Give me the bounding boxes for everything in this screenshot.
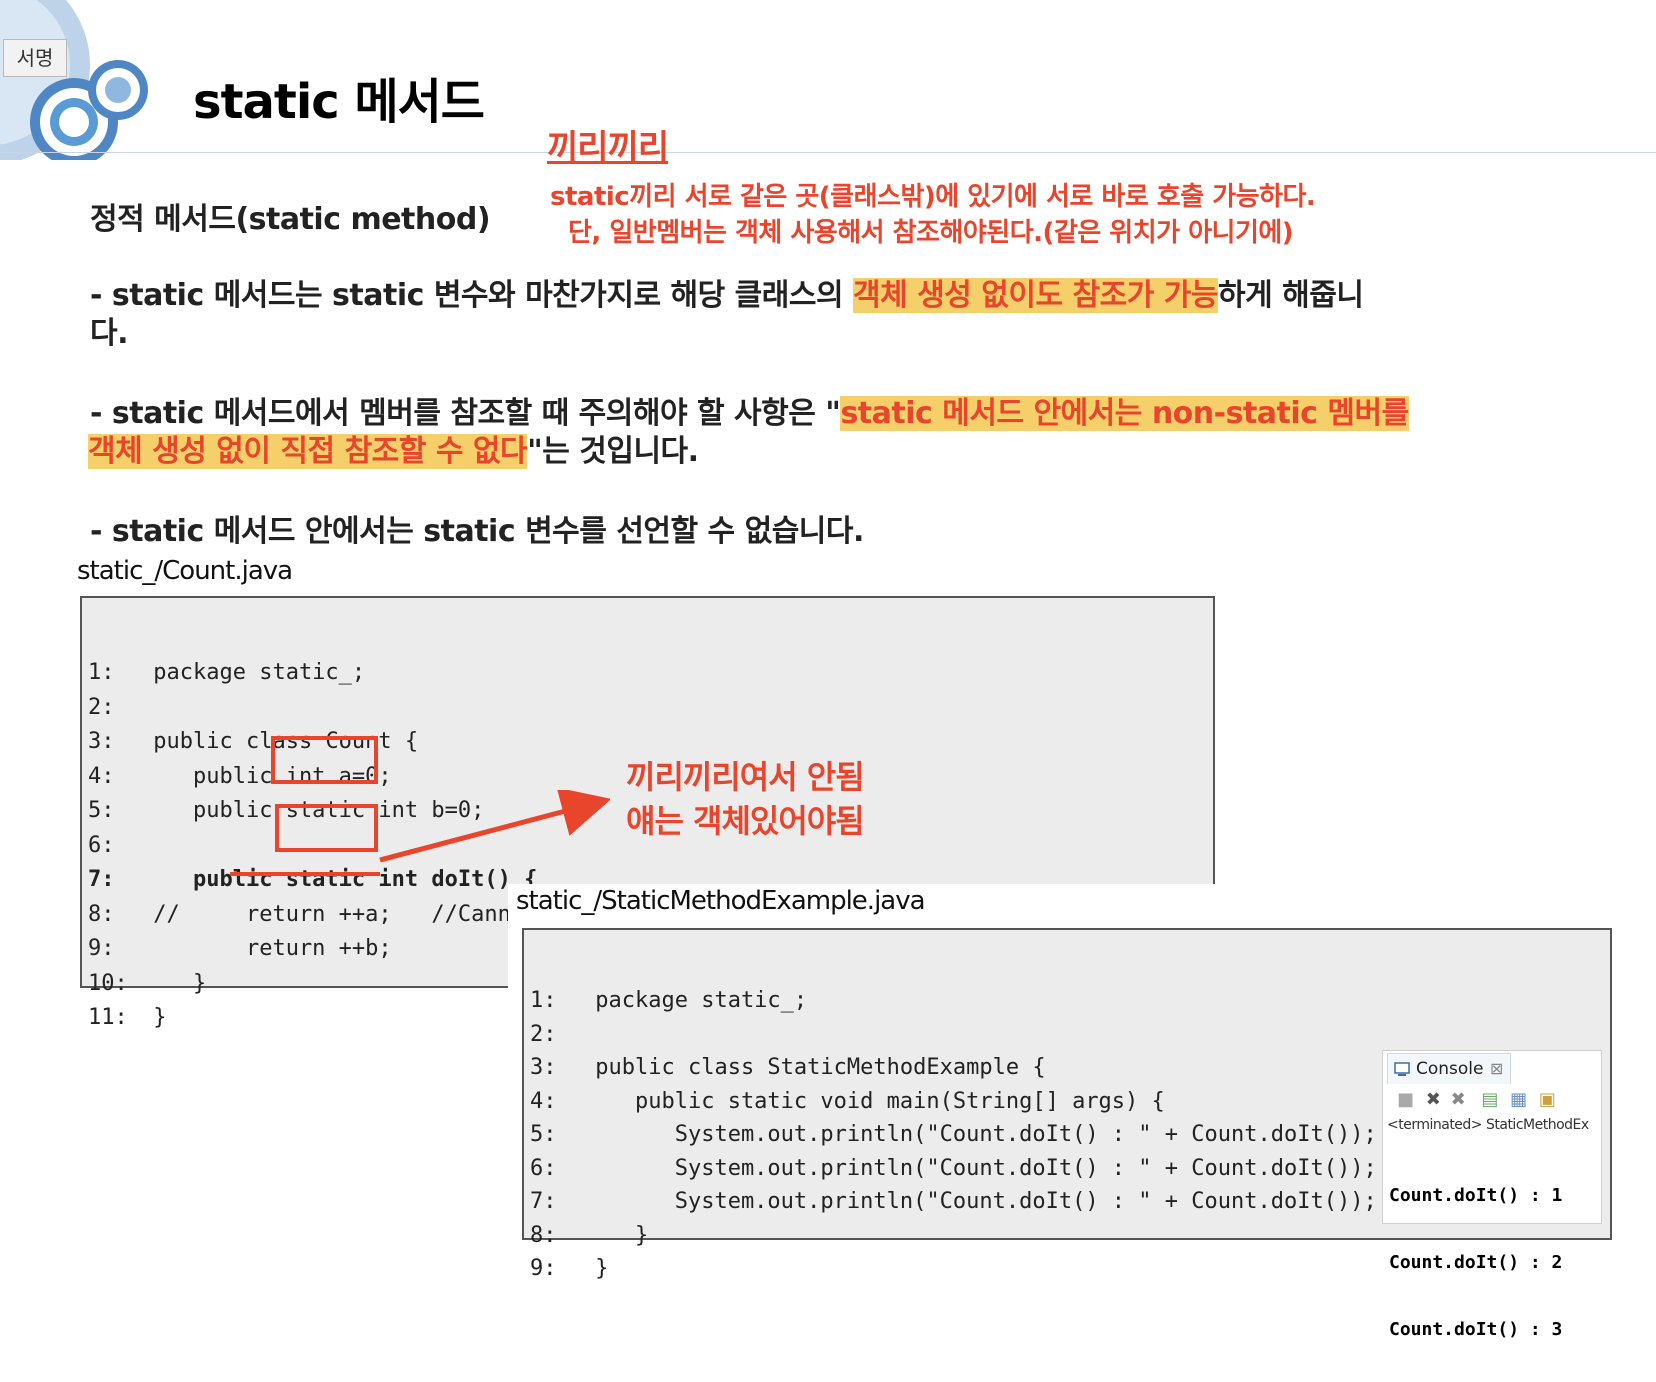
paragraph-3: - static 메서드 안에서는 static 변수를 선언할 수 없습니다. xyxy=(90,514,864,549)
console-tab-label: Console xyxy=(1416,1059,1484,1079)
remove-launch-icon[interactable]: ✖ xyxy=(1426,1089,1441,1110)
code-line: 4: public static void main(String[] args… xyxy=(530,1085,1377,1119)
decorative-circles xyxy=(0,0,148,160)
code-line: 5: System.out.println("Count.doIt() : " … xyxy=(530,1118,1377,1152)
line-number: 9: xyxy=(530,1256,557,1281)
remove-all-icon[interactable]: ✖ xyxy=(1451,1089,1466,1110)
code-line: 1: package static_; xyxy=(88,656,1200,691)
slide-title: static 메서드 xyxy=(193,74,485,130)
paragraph-2-highlight-1: static 메서드 안에서는 non-static 멤버를 xyxy=(840,396,1409,431)
line-code: package static_; xyxy=(140,660,366,685)
code-line: 3: public class StaticMethodExample { xyxy=(530,1051,1377,1085)
code-line: 2: xyxy=(88,691,1200,726)
line-number: 5: xyxy=(88,798,115,823)
count-filename: static_/Count.java xyxy=(77,556,293,586)
paragraph-2-highlight-2: 객체 생성 없이 직접 참조할 수 없다 xyxy=(88,434,528,469)
paragraph-1-highlight: 객체 생성 없이도 참조가 가능 xyxy=(853,278,1218,313)
line-code: return ++b; xyxy=(140,936,392,961)
annotation-line-1: 끼리끼리여서 안됨 xyxy=(626,758,865,796)
console-tab[interactable]: Console ⊠ xyxy=(1387,1053,1511,1084)
stop-icon[interactable]: ■ xyxy=(1397,1089,1414,1110)
line-number: 2: xyxy=(88,694,115,720)
display-selected-icon[interactable]: ▣ xyxy=(1539,1089,1556,1110)
line-code: System.out.println("Count.doIt() : " + C… xyxy=(582,1122,1377,1147)
paragraph-1-text-end: 하게 해줍니 xyxy=(1218,278,1364,313)
line-number: 6: xyxy=(530,1155,557,1181)
line-code: } xyxy=(140,970,207,996)
signature-badge: 서명 xyxy=(3,39,67,77)
console-toolbar: ■ ✖ ✖ ▤ ▦ ▣ xyxy=(1397,1089,1556,1110)
line-number: 1: xyxy=(530,988,557,1013)
console-output-line: Count.doIt() : 2 xyxy=(1389,1252,1563,1273)
line-code: public static void main(String[] args) { xyxy=(582,1088,1165,1114)
paragraph-1-wrap: 다. xyxy=(90,316,129,351)
section-heading: 정적 메서드(static method) xyxy=(90,202,491,237)
close-tab-icon[interactable]: ⊠ xyxy=(1490,1059,1503,1078)
line-number: 11: xyxy=(88,1005,128,1030)
line-number: 7: xyxy=(530,1189,557,1214)
line-number: 1: xyxy=(88,660,115,685)
console-output: Count.doIt() : 1 Count.doIt() : 2 Count.… xyxy=(1389,1143,1562,1382)
line-code: System.out.println("Count.doIt() : " + C… xyxy=(582,1155,1377,1181)
line-number: 6: xyxy=(88,832,115,858)
line-number: 9: xyxy=(88,936,115,961)
line-number: 10: xyxy=(88,970,128,996)
line-code: } xyxy=(582,1256,609,1281)
line-code: } xyxy=(140,1005,167,1030)
note-line-2: 단, 일반멤버는 객체 사용해서 참조해야된다.(같은 위치가 아니기에) xyxy=(568,218,1294,248)
return-a-underline xyxy=(230,872,380,876)
line-number: 2: xyxy=(530,1021,557,1047)
line-number: 5: xyxy=(530,1122,557,1147)
console-output-line: Count.doIt() : 3 xyxy=(1389,1319,1563,1340)
code-line: 2: xyxy=(530,1018,1377,1052)
scroll-lock-icon[interactable]: ▤ xyxy=(1481,1089,1498,1110)
code-line: 6: System.out.println("Count.doIt() : " … xyxy=(530,1152,1377,1186)
line-number: 4: xyxy=(88,763,115,789)
line-number: 3: xyxy=(88,729,115,754)
line-number: 8: xyxy=(88,901,115,927)
console-icon xyxy=(1394,1062,1410,1076)
paragraph-2-wrap: 객체 생성 없이 직접 참조할 수 없다"는 것입니다. xyxy=(88,426,699,470)
line-code: public class StaticMethodExample { xyxy=(582,1055,1046,1080)
line-number: 7: xyxy=(88,867,115,892)
paragraph-1-text: - static 메서드는 static 변수와 마찬가지로 해당 클래스의 xyxy=(90,278,854,313)
code-line: 9: } xyxy=(530,1252,1377,1286)
line-number: 3: xyxy=(530,1055,557,1080)
line-code: System.out.println("Count.doIt() : " + C… xyxy=(582,1189,1377,1214)
console-panel: Console ⊠ ■ ✖ ✖ ▤ ▦ ▣ <terminated> Stati… xyxy=(1382,1050,1602,1340)
code-line: 1: package static_; xyxy=(530,984,1377,1018)
note-line-1: static끼리 서로 같은 곳(클래스밖)에 있기에 서로 바로 호출 가능하… xyxy=(550,182,1316,212)
code-line: 8: } xyxy=(530,1219,1377,1253)
code-line: 7: System.out.println("Count.doIt() : " … xyxy=(530,1185,1377,1219)
title-divider xyxy=(0,152,1656,153)
annotation-arrow xyxy=(379,790,610,863)
static-field-callout xyxy=(271,736,378,784)
terminated-label: <terminated> StaticMethodEx xyxy=(1387,1117,1589,1133)
paragraph-1: - static 메서드는 static 변수와 마찬가지로 해당 클래스의 객… xyxy=(90,270,1364,314)
note-title: 끼리끼리 xyxy=(547,128,669,168)
line-code: package static_; xyxy=(582,988,808,1013)
pin-icon[interactable]: ▦ xyxy=(1510,1089,1527,1110)
example-code-lines: 1: package static_; 2: 3: public class Sta… xyxy=(530,934,1377,1311)
line-number: 4: xyxy=(530,1088,557,1114)
line-number: 8: xyxy=(530,1222,557,1248)
annotation-line-2: 얘는 객체있어야됨 xyxy=(626,802,865,840)
example-filename: static_/StaticMethodExample.java xyxy=(516,886,926,916)
console-output-line: Count.doIt() : 1 xyxy=(1389,1185,1563,1206)
paragraph-2-text-end: "는 것입니다. xyxy=(527,434,699,469)
